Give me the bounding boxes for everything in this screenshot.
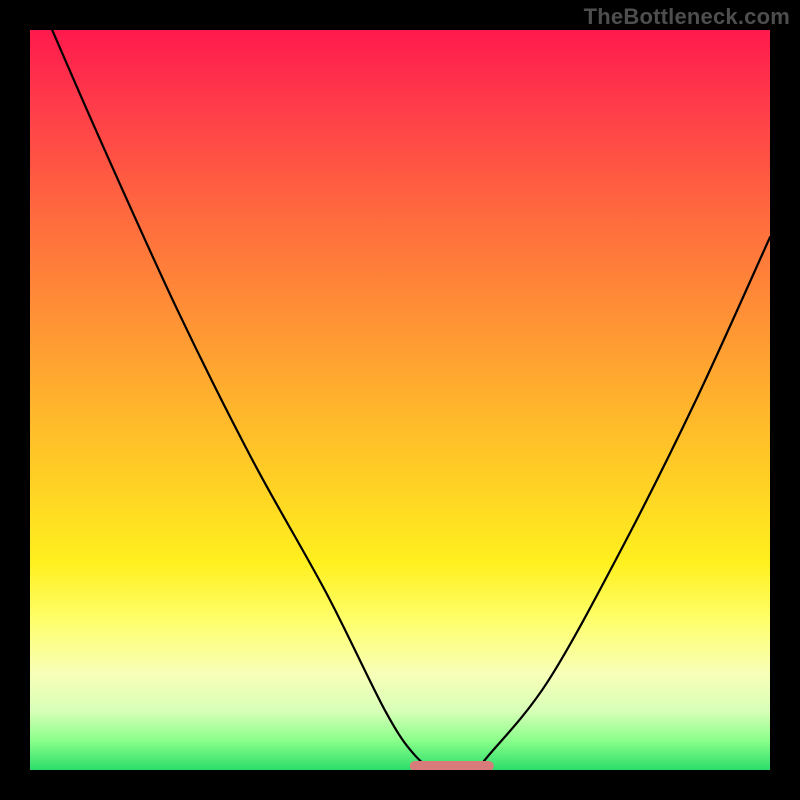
chart-frame: TheBottleneck.com bbox=[0, 0, 800, 800]
plot-area bbox=[30, 30, 770, 770]
bottleneck-curve-path bbox=[52, 30, 770, 770]
curve-layer bbox=[30, 30, 770, 770]
watermark-text: TheBottleneck.com bbox=[584, 4, 790, 30]
